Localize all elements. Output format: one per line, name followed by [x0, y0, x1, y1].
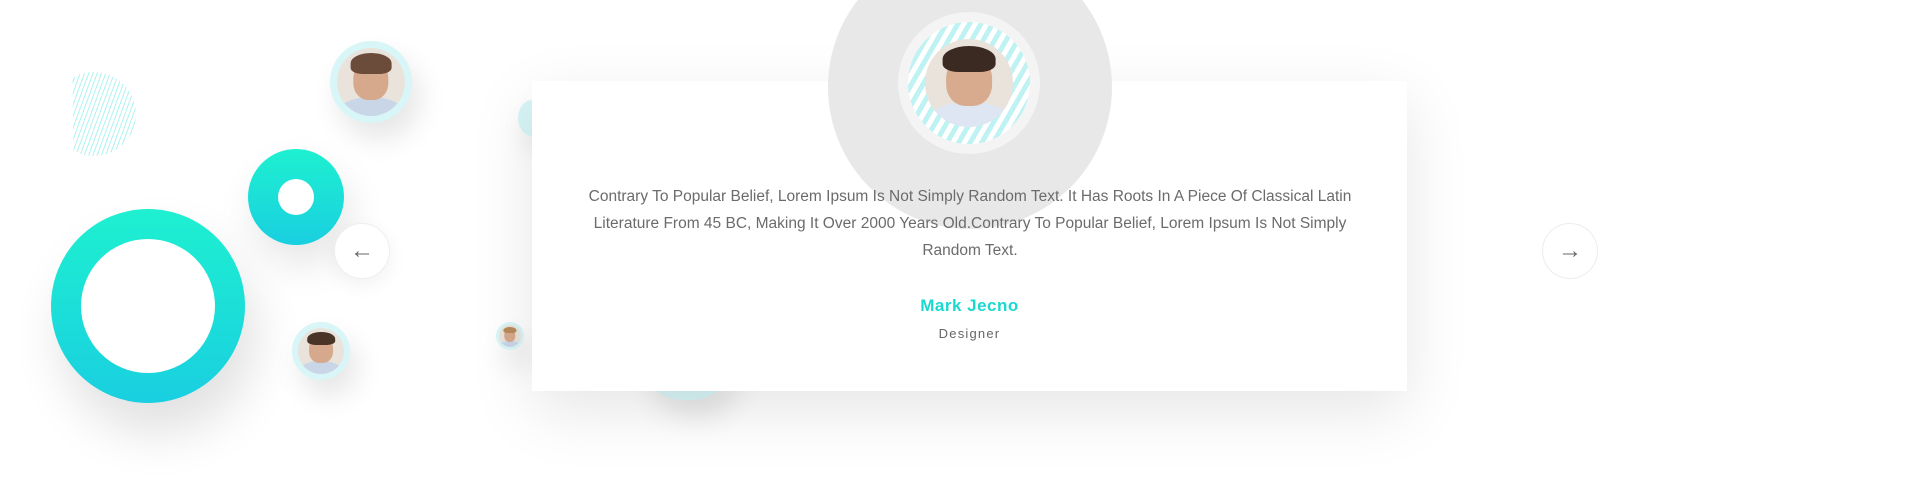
- testimonial-author-avatar: [925, 39, 1013, 127]
- arrow-left-icon: ←: [350, 237, 374, 264]
- testimonial-quote: Contrary To Popular Belief, Lorem Ipsum …: [588, 188, 1352, 259]
- avatar-photo: [298, 328, 344, 374]
- arrow-right-icon: →: [1558, 237, 1582, 264]
- testimonial-author-name: Mark Jecno: [920, 296, 1019, 315]
- avatar-bearded-man[interactable]: [330, 41, 412, 123]
- small-teal-ring-decoration: [248, 149, 344, 245]
- testimonial-author-role: Designer: [938, 326, 1001, 341]
- avatar-photo: [499, 325, 521, 347]
- large-teal-ring-decoration: [51, 209, 245, 403]
- avatar-woman[interactable]: [292, 322, 350, 380]
- next-testimonial-button[interactable]: →: [1542, 223, 1598, 279]
- avatar-small-woman[interactable]: [496, 322, 524, 350]
- avatar-photo: [337, 48, 405, 116]
- prev-testimonial-button[interactable]: ←: [334, 223, 390, 279]
- striped-half-circle-decoration: [38, 58, 150, 170]
